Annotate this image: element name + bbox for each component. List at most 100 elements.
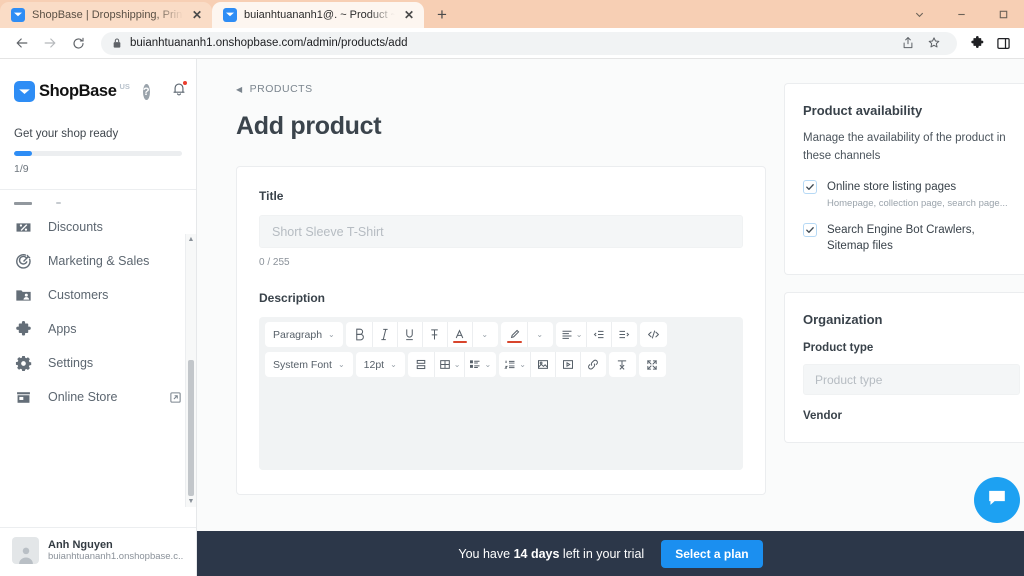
- title-input[interactable]: Short Sleeve T-Shirt: [259, 215, 743, 248]
- scroll-up-arrow-icon[interactable]: ▲: [186, 234, 196, 245]
- unordered-list-icon[interactable]: ⌄: [464, 352, 495, 377]
- onboarding-progress[interactable]: Get your shop ready 1/9: [0, 102, 196, 175]
- share-icon[interactable]: [896, 31, 920, 55]
- back-icon[interactable]: [9, 30, 35, 56]
- side-panel-icon[interactable]: [991, 31, 1015, 55]
- scrollbar-thumb[interactable]: [188, 359, 194, 496]
- address-bar[interactable]: buianhtuananh1.onshopbase.com/admin/prod…: [101, 31, 957, 55]
- code-view-icon[interactable]: [641, 322, 666, 347]
- font-size-select[interactable]: 12pt ⌄: [355, 352, 405, 377]
- highlight-dropdown-icon[interactable]: ⌄: [526, 322, 552, 347]
- left-sidebar: ShopBase US ? Get your shop ready 1/9 Di…: [0, 59, 197, 576]
- organization-card: Organization Product type Product type V…: [784, 292, 1024, 444]
- table-icon[interactable]: ⌄: [433, 352, 465, 377]
- maximize-icon[interactable]: [982, 0, 1024, 28]
- channel-label: Search Engine Bot Crawlers, Sitemap file…: [827, 224, 975, 252]
- chat-widget-button[interactable]: [974, 477, 1020, 523]
- scroll-down-arrow-icon[interactable]: ▼: [186, 496, 196, 507]
- underline-icon[interactable]: [396, 322, 422, 347]
- brand-region-label: US: [119, 82, 130, 91]
- description-editor: Paragraph ⌄ ⌄ ⌄ ⌄ System Font ⌄ 12pt ⌄ ⌄…: [259, 317, 743, 470]
- breadcrumb[interactable]: ◀ PRODUCTS: [236, 83, 766, 95]
- breadcrumb-label: PRODUCTS: [249, 83, 313, 95]
- external-link-icon[interactable]: [169, 391, 182, 404]
- link-icon[interactable]: [579, 352, 605, 377]
- minimize-icon[interactable]: [940, 0, 982, 28]
- highlight-color-icon[interactable]: [502, 322, 527, 347]
- insert-group-b: ⌄: [499, 352, 606, 377]
- align-icon[interactable]: ⌄: [557, 322, 587, 347]
- browser-tab-1[interactable]: ShopBase | Dropshipping, Print-o ✕: [0, 2, 212, 28]
- text-color-dropdown-icon[interactable]: ⌄: [471, 322, 497, 347]
- sidebar-item-settings[interactable]: Settings: [0, 346, 196, 380]
- sidebar-scrollbar[interactable]: ▲ ▼: [185, 234, 196, 507]
- block-style-select[interactable]: Paragraph ⌄: [265, 322, 343, 347]
- sidebar-item-discounts[interactable]: Discounts: [0, 210, 196, 244]
- sidebar-item-clipped[interactable]: [0, 196, 196, 210]
- line-height-icon[interactable]: [409, 352, 434, 377]
- organization-title: Organization: [803, 312, 883, 328]
- editor-toolbar-row-2: System Font ⌄ 12pt ⌄ ⌄ ⌄ ⌄: [259, 352, 743, 382]
- trial-prefix: You have: [458, 546, 514, 561]
- sidebar-item-customers[interactable]: Customers: [0, 278, 196, 312]
- channel-sublabel: Homepage, collection page, search page..…: [827, 198, 1008, 210]
- close-icon[interactable]: ✕: [190, 8, 204, 22]
- image-icon[interactable]: [529, 352, 555, 377]
- sidebar-item-apps[interactable]: Apps: [0, 312, 196, 346]
- clipped-icon: [14, 201, 32, 205]
- code-view-group: [640, 322, 668, 347]
- outdent-icon[interactable]: [586, 322, 611, 347]
- target-icon: [14, 252, 33, 271]
- sidebar-user-box[interactable]: Anh Nguyen buianhtuananh1.onshopbase.c..…: [0, 527, 196, 576]
- chevron-down-icon[interactable]: [898, 0, 940, 28]
- browser-tab-bar: ShopBase | Dropshipping, Print-o ✕ buian…: [0, 0, 1024, 28]
- gear-icon: [14, 354, 33, 373]
- indent-icon[interactable]: [611, 322, 636, 347]
- vendor-label: Vendor: [803, 410, 842, 423]
- video-icon[interactable]: [554, 352, 580, 377]
- page-title: Add product: [236, 112, 382, 140]
- ordered-list-icon[interactable]: ⌄: [500, 352, 530, 377]
- clear-format-icon[interactable]: [610, 352, 635, 377]
- sidebar-item-label: Customers: [48, 288, 109, 302]
- availability-description: Manage the availability of the product i…: [803, 132, 1006, 162]
- product-type-placeholder: Product type: [815, 372, 883, 387]
- avatar: [12, 537, 39, 564]
- bookmark-star-icon[interactable]: [922, 31, 946, 55]
- reload-icon[interactable]: [65, 30, 91, 56]
- select-a-plan-button[interactable]: Select a plan: [661, 539, 763, 568]
- sidebar-item-marketing-sales[interactable]: Marketing & Sales: [0, 244, 196, 278]
- main-left-column: ◀ PRODUCTS Add product Title Short Sleev…: [236, 83, 766, 576]
- chevron-down-icon: ⌄: [337, 360, 345, 369]
- shopbase-logo[interactable]: ShopBase US: [14, 81, 130, 102]
- description-editor-body[interactable]: [259, 382, 743, 470]
- strikethrough-icon[interactable]: [421, 322, 447, 347]
- checkbox-search-engine[interactable]: [803, 223, 817, 238]
- notifications-bell-icon[interactable]: [171, 80, 188, 102]
- fullscreen-icon[interactable]: [640, 352, 665, 377]
- lock-icon: [112, 37, 122, 49]
- shopbase-favicon: [11, 8, 25, 22]
- close-icon[interactable]: ✕: [402, 8, 416, 22]
- font-family-select[interactable]: System Font ⌄: [265, 352, 353, 377]
- checkbox-online-store[interactable]: [803, 179, 817, 194]
- address-bar-url: buianhtuananh1.onshopbase.com/admin/prod…: [130, 37, 408, 49]
- clipped-label: [56, 202, 61, 204]
- trial-suffix: left in your trial: [559, 546, 645, 561]
- bold-icon[interactable]: [347, 322, 372, 347]
- sidebar-item-label: Online Store: [48, 390, 118, 404]
- browser-tab-2[interactable]: buianhtuananh1@. ~ Product ~ | ✕: [212, 2, 424, 28]
- help-icon[interactable]: ?: [142, 83, 150, 100]
- product-type-input[interactable]: Product type: [803, 364, 1020, 396]
- text-color-icon[interactable]: [446, 322, 472, 347]
- fullscreen-group: [638, 352, 666, 377]
- new-tab-button[interactable]: +: [428, 2, 456, 28]
- channel-row-online-store[interactable]: Online store listing pages Homepage, col…: [803, 179, 1020, 210]
- text-color-swatch: [452, 341, 467, 343]
- channel-row-search-engine[interactable]: Search Engine Bot Crawlers, Sitemap file…: [803, 223, 1020, 254]
- extensions-puzzle-icon[interactable]: [965, 31, 989, 55]
- italic-icon[interactable]: [371, 322, 397, 347]
- forward-icon[interactable]: [37, 30, 63, 56]
- sidebar-item-label: Marketing & Sales: [48, 254, 150, 268]
- sidebar-item-online-store[interactable]: Online Store: [0, 380, 196, 414]
